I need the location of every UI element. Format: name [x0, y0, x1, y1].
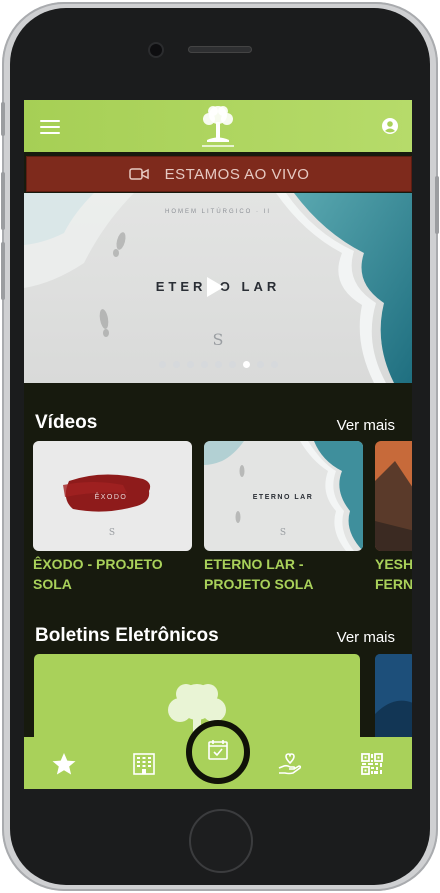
video-caption[interactable]: ETERNO LAR - PROJETO SOLA — [204, 554, 364, 594]
mute-switch — [1, 102, 5, 136]
front-camera — [150, 44, 162, 56]
tree-logo — [202, 106, 234, 147]
video-card[interactable]: ETERNO LAR S — [204, 441, 363, 551]
menu-icon[interactable] — [40, 120, 60, 134]
bulletins-see-more-link[interactable]: Ver mais — [337, 629, 395, 646]
video-thumbnail-text: ETERNO LAR — [253, 494, 314, 501]
star-icon[interactable] — [51, 751, 77, 777]
video-caption[interactable]: ÊXODO - PROJETO SOLA — [33, 554, 193, 594]
carousel-dot[interactable] — [186, 361, 194, 368]
svg-text:S: S — [109, 528, 115, 538]
video-thumbnail: ETERNO LAR S — [204, 441, 363, 551]
hero-carousel[interactable]: S HOMEM LITÚRGICO · II ETERNO LAR — [24, 193, 412, 383]
carousel-dot[interactable] — [270, 361, 278, 368]
hand-heart-icon[interactable] — [277, 751, 303, 777]
video-thumbnail-text: ÊXODO — [95, 492, 128, 501]
bulletins-title: Boletins Eletrônicos — [35, 625, 219, 646]
app-header — [24, 100, 412, 152]
carousel-dot[interactable] — [256, 361, 264, 368]
carousel-dot[interactable] — [214, 361, 222, 368]
volume-down-button — [1, 242, 5, 300]
building-icon[interactable] — [131, 751, 157, 777]
app-screen: ESTAMOS AO VIVO S HOMEM LITÚRGICO · II E… — [24, 100, 412, 789]
video-thumbnail — [375, 441, 412, 551]
hero-subtitle: HOMEM LITÚRGICO · II — [165, 209, 271, 215]
carousel-dot[interactable] — [242, 361, 250, 368]
svg-text:S: S — [280, 528, 286, 538]
user-icon[interactable] — [382, 118, 398, 134]
videos-see-more-link[interactable]: Ver mais — [337, 417, 395, 434]
live-label: ESTAMOS AO VIVO — [164, 165, 310, 183]
power-button — [435, 176, 439, 234]
earpiece-speaker — [188, 46, 252, 53]
video-thumbnail: ÊXODO S — [33, 441, 192, 551]
video-camera-icon — [128, 168, 149, 180]
calendar-tab-button[interactable] — [186, 720, 250, 784]
play-icon[interactable] — [202, 275, 226, 299]
svg-text:S: S — [213, 330, 224, 349]
live-banner[interactable]: ESTAMOS AO VIVO — [26, 156, 412, 192]
carousel-dot[interactable] — [172, 361, 180, 368]
home-button[interactable] — [189, 809, 253, 873]
carousel-dot[interactable] — [200, 361, 208, 368]
qr-code-icon[interactable] — [359, 751, 385, 777]
volume-up-button — [1, 172, 5, 230]
video-card[interactable] — [375, 441, 412, 551]
calendar-check-icon — [208, 740, 228, 760]
carousel-indicators — [24, 361, 412, 369]
video-caption[interactable]: YESHU FERNA — [375, 554, 412, 594]
video-card[interactable]: ÊXODO S — [33, 441, 192, 551]
videos-title: Vídeos — [35, 412, 98, 433]
carousel-dot[interactable] — [158, 361, 166, 368]
carousel-dot[interactable] — [228, 361, 236, 368]
